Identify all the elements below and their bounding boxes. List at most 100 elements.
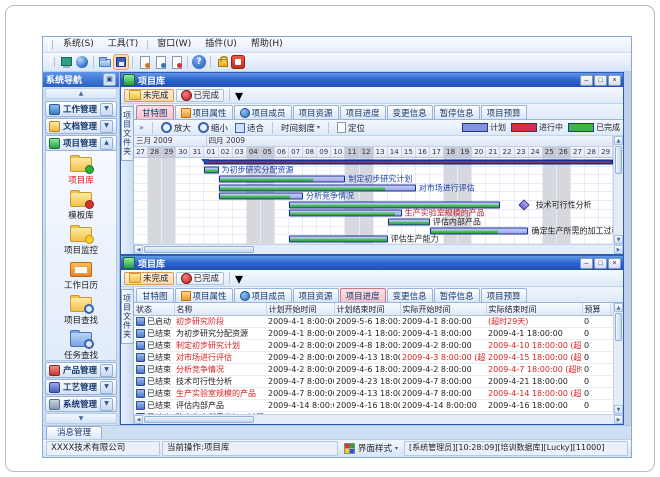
tab[interactable]: 变更信息: [387, 288, 433, 302]
gantt-summary-bar[interactable]: [204, 159, 613, 164]
tab[interactable]: 项目进度: [340, 288, 386, 302]
table-row[interactable]: 已结束制定初步研究计划2009-4-2 8:00:002009-4-8 18:0…: [134, 340, 613, 352]
column-header[interactable]: 状态: [134, 303, 174, 316]
column-header[interactable]: 实际结束时间: [486, 303, 582, 316]
scroll-up-arrow[interactable]: ▲: [614, 136, 623, 145]
window-titlebar[interactable]: 项目库–□×: [121, 73, 623, 87]
column-header[interactable]: 计划结束时间: [334, 303, 400, 316]
menu-item[interactable]: 插件(U): [198, 37, 244, 52]
gantt-bar[interactable]: [430, 227, 529, 234]
tab[interactable]: 项目属性: [175, 288, 233, 302]
tab[interactable]: 项目成员: [234, 105, 292, 119]
sidebar-section-collapsed[interactable]: 工艺管理▼: [45, 379, 117, 395]
menu-item[interactable]: 帮助(H): [244, 37, 290, 52]
computer-icon[interactable]: [59, 55, 73, 69]
gantt-bar[interactable]: [289, 210, 402, 217]
folder-icon[interactable]: [98, 55, 112, 69]
window-close-button[interactable]: ×: [608, 75, 621, 86]
chevron-down-icon[interactable]: ▼: [100, 398, 113, 411]
tab[interactable]: 项目进度: [340, 105, 386, 119]
vertical-scrollbar[interactable]: ▲▼: [613, 303, 623, 414]
interface-style-button[interactable]: 界面样式 ▾: [340, 442, 402, 455]
sidebar-scroll-up-button[interactable]: ▲: [45, 88, 117, 99]
fit-button[interactable]: 适合: [233, 122, 266, 134]
gantt-bar[interactable]: [204, 167, 218, 174]
table-row[interactable]: 已结束技术可行性分析2009-4-7 8:00:002009-4-23 18:0…: [134, 376, 613, 388]
gantt-bar[interactable]: [219, 193, 304, 200]
sidebar-item[interactable]: 项目查找: [46, 294, 116, 329]
chevron-down-icon[interactable]: ▼: [100, 120, 113, 133]
locate-button[interactable]: 定位: [335, 122, 367, 134]
report-view-icon[interactable]: [153, 55, 167, 69]
sidebar-item[interactable]: 工作日历: [46, 259, 116, 294]
table-row[interactable]: 已启动初步研究阶段2009-4-1 8:00:002009-5-6 18:00:…: [134, 316, 613, 328]
gantt-bar[interactable]: [219, 175, 346, 182]
filter-button[interactable]: 已完成: [176, 272, 225, 285]
more-buttons-icon[interactable]: »: [137, 123, 146, 132]
horizontal-scrollbar[interactable]: ◀▶: [134, 244, 623, 254]
chevron-down-icon[interactable]: ▾: [235, 269, 243, 288]
gantt-bar[interactable]: [388, 218, 430, 225]
report-delete-icon[interactable]: [169, 55, 183, 69]
tab[interactable]: 项目资源: [293, 288, 339, 302]
table-row[interactable]: 已结束分析竞争情况2009-4-2 8:00:002009-4-6 18:00:…: [134, 364, 613, 376]
window-maximize-button[interactable]: □: [594, 75, 607, 86]
sidebar-scroll-down-button[interactable]: ▼: [45, 413, 117, 424]
side-tab-project-folder[interactable]: 项目文件夹: [121, 289, 134, 344]
chevron-down-icon[interactable]: ▼: [100, 381, 113, 394]
scroll-up-arrow[interactable]: ▲: [614, 303, 623, 312]
sidebar-item[interactable]: 任务查找: [46, 329, 116, 361]
column-header[interactable]: 预算: [582, 303, 610, 316]
chevron-up-icon[interactable]: ▲: [100, 137, 113, 150]
tab[interactable]: 项目资源: [293, 105, 339, 119]
window-close-button[interactable]: ×: [608, 258, 621, 269]
chevron-down-icon[interactable]: ▼: [100, 103, 113, 116]
table-row[interactable]: 已结束对市场进行评估2009-4-2 8:00:002009-4-13 18:0…: [134, 352, 613, 364]
window-minimize-button[interactable]: –: [580, 258, 593, 269]
scroll-thumb[interactable]: [615, 313, 622, 341]
scroll-down-arrow[interactable]: ▼: [614, 235, 623, 244]
filter-button[interactable]: 未完成: [124, 89, 174, 102]
table-row[interactable]: 已结束生产实验室规模的产品2009-4-7 8:00:002009-4-13 1…: [134, 388, 613, 400]
tab[interactable]: 变更信息: [387, 105, 433, 119]
tab[interactable]: 暂停信息: [434, 105, 480, 119]
scroll-thumb[interactable]: [144, 246, 254, 253]
help-icon[interactable]: [192, 55, 206, 69]
tab[interactable]: 项目预算: [481, 288, 527, 302]
sidebar-section-collapsed[interactable]: 文档管理▼: [45, 118, 117, 134]
menu-item[interactable]: 窗口(W): [150, 37, 198, 52]
tab[interactable]: 甘特图: [136, 105, 174, 119]
sidebar-item[interactable]: 项目监控: [46, 224, 116, 259]
tab[interactable]: 甘特图: [136, 288, 174, 302]
filter-button[interactable]: 已完成: [176, 89, 225, 102]
scroll-left-arrow[interactable]: ◀: [134, 415, 143, 424]
horizontal-scrollbar[interactable]: ◀▶: [134, 414, 623, 424]
chevron-down-icon[interactable]: ▼: [100, 364, 113, 377]
window-maximize-button[interactable]: □: [594, 258, 607, 269]
gantt-bar[interactable]: [289, 236, 388, 243]
sidebar-item[interactable]: 模板库: [46, 189, 116, 224]
tab-message-management[interactable]: 消息管理: [46, 426, 102, 439]
vertical-scrollbar[interactable]: ▲▼: [613, 136, 623, 244]
tab[interactable]: 项目属性: [175, 105, 233, 119]
menu-item[interactable]: 系统(S): [56, 37, 101, 52]
zoom-out-button[interactable]: 缩小: [196, 122, 230, 134]
scroll-thumb[interactable]: [615, 146, 622, 174]
sidebar-section-expanded[interactable]: 项目管理▲: [45, 135, 117, 151]
table-row[interactable]: 已结束评估内部产品2009-4-14 8:00:002009-4-16 18:0…: [134, 400, 613, 412]
sidebar-section-collapsed[interactable]: 产品管理▼: [45, 362, 117, 378]
lock-icon[interactable]: [215, 55, 229, 69]
column-header[interactable]: 名称: [174, 303, 266, 316]
window-minimize-button[interactable]: –: [580, 75, 593, 86]
scroll-right-arrow[interactable]: ▶: [614, 415, 623, 424]
filter-button[interactable]: 未完成: [124, 272, 174, 285]
side-tab-project-folder[interactable]: 项目文件夹: [121, 106, 134, 161]
zoom-in-button[interactable]: 放大: [159, 122, 193, 134]
menu-item[interactable]: 工具(T): [101, 37, 146, 52]
sidebar-item[interactable]: 项目库: [46, 154, 116, 189]
column-header[interactable]: 实际开始时间: [400, 303, 486, 316]
tab[interactable]: 暂停信息: [434, 288, 480, 302]
globe-icon[interactable]: [75, 55, 89, 69]
tab[interactable]: 项目预算: [481, 105, 527, 119]
timescale-button[interactable]: 时间刻度▾: [279, 122, 322, 134]
